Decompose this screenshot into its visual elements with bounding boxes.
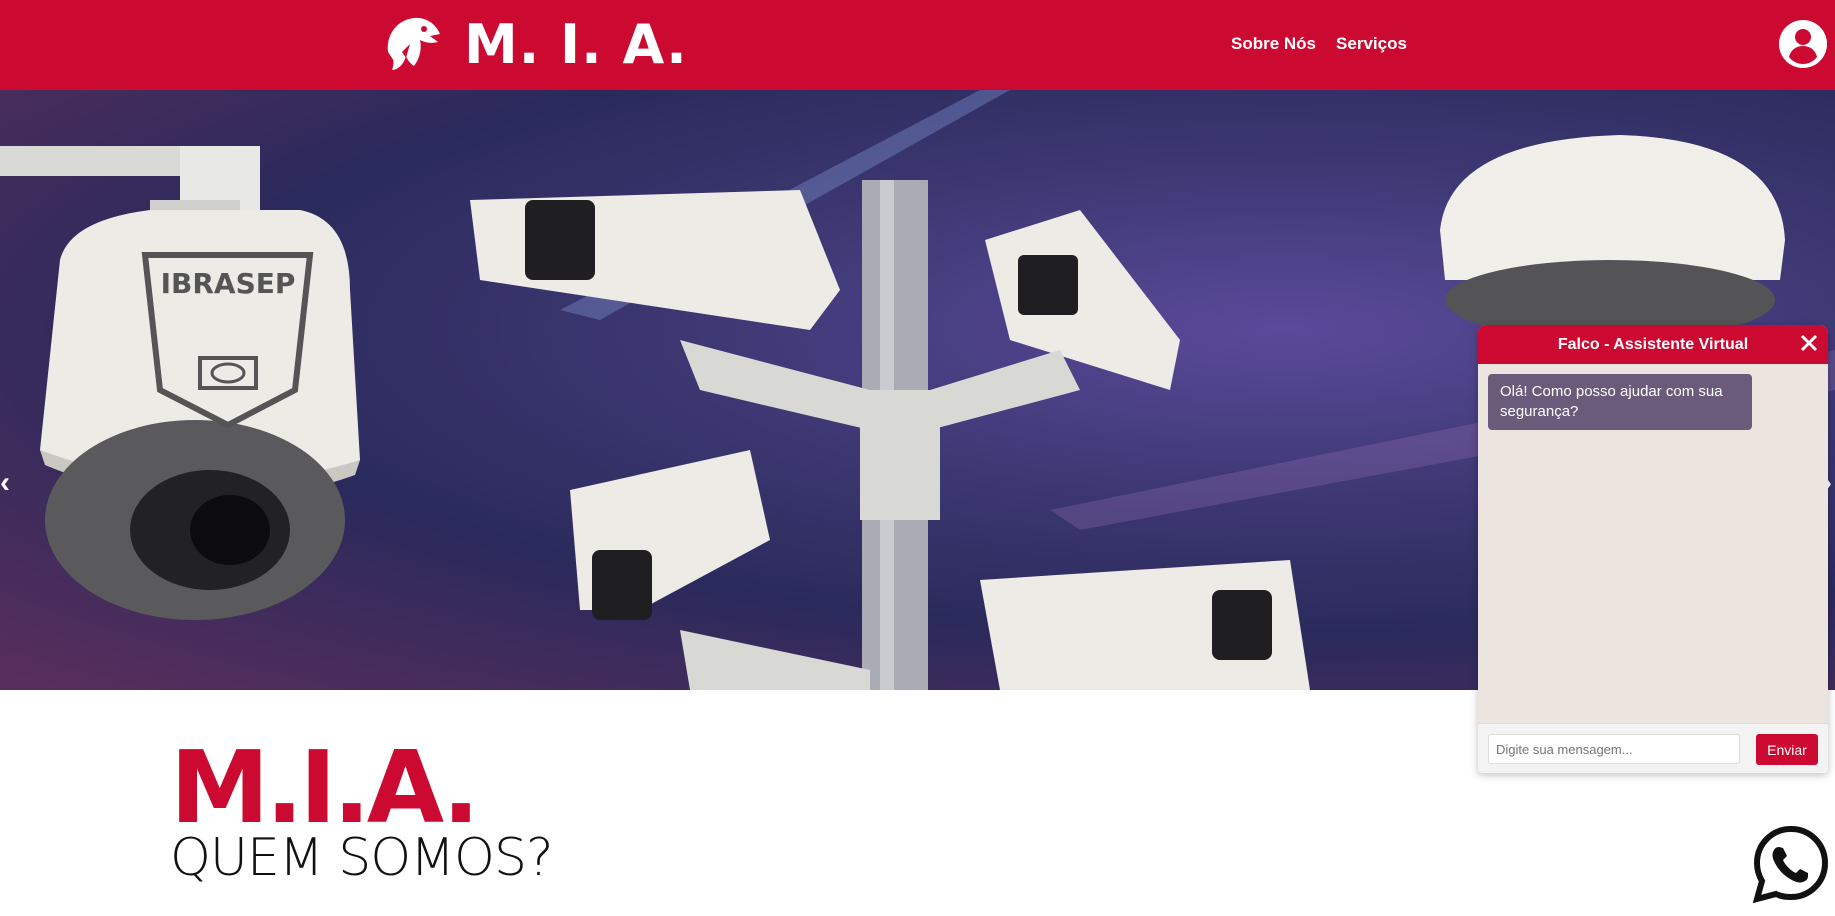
carousel-prev-button[interactable]: ‹ — [0, 468, 10, 498]
chat-header: Falco - Assistente Virtual — [1478, 325, 1828, 364]
about-subtitle: QUEM SOMOS? — [170, 828, 554, 888]
nav-link-sobre-nos[interactable]: Sobre Nós — [1231, 34, 1316, 54]
chat-footer: Enviar — [1478, 723, 1828, 773]
chat-message-bot: Olá! Como posso ajudar com sua segurança… — [1488, 374, 1752, 430]
eagle-icon — [387, 17, 440, 70]
camera-badge-text: IBRASEP — [161, 267, 296, 300]
chat-widget: Falco - Assistente Virtual Olá! Como pos… — [1478, 325, 1828, 773]
site-logo[interactable]: M. I. A. — [380, 12, 688, 76]
about-brand-title: M.I.A. — [170, 729, 480, 846]
chat-title: Falco - Assistente Virtual — [1557, 335, 1749, 353]
logo-text: M. I. A. — [464, 12, 688, 76]
site-header: M. I. A. Sobre Nós Serviços — [0, 0, 1835, 90]
nav-link-servicos[interactable]: Serviços — [1336, 34, 1407, 54]
user-circle-icon[interactable] — [1779, 20, 1827, 68]
whatsapp-icon[interactable] — [1752, 825, 1830, 904]
chat-send-button[interactable]: Enviar — [1756, 734, 1818, 765]
main-nav: Sobre Nós Serviços — [1231, 34, 1407, 54]
chat-message-input[interactable] — [1488, 734, 1740, 764]
close-icon[interactable] — [1796, 330, 1822, 356]
